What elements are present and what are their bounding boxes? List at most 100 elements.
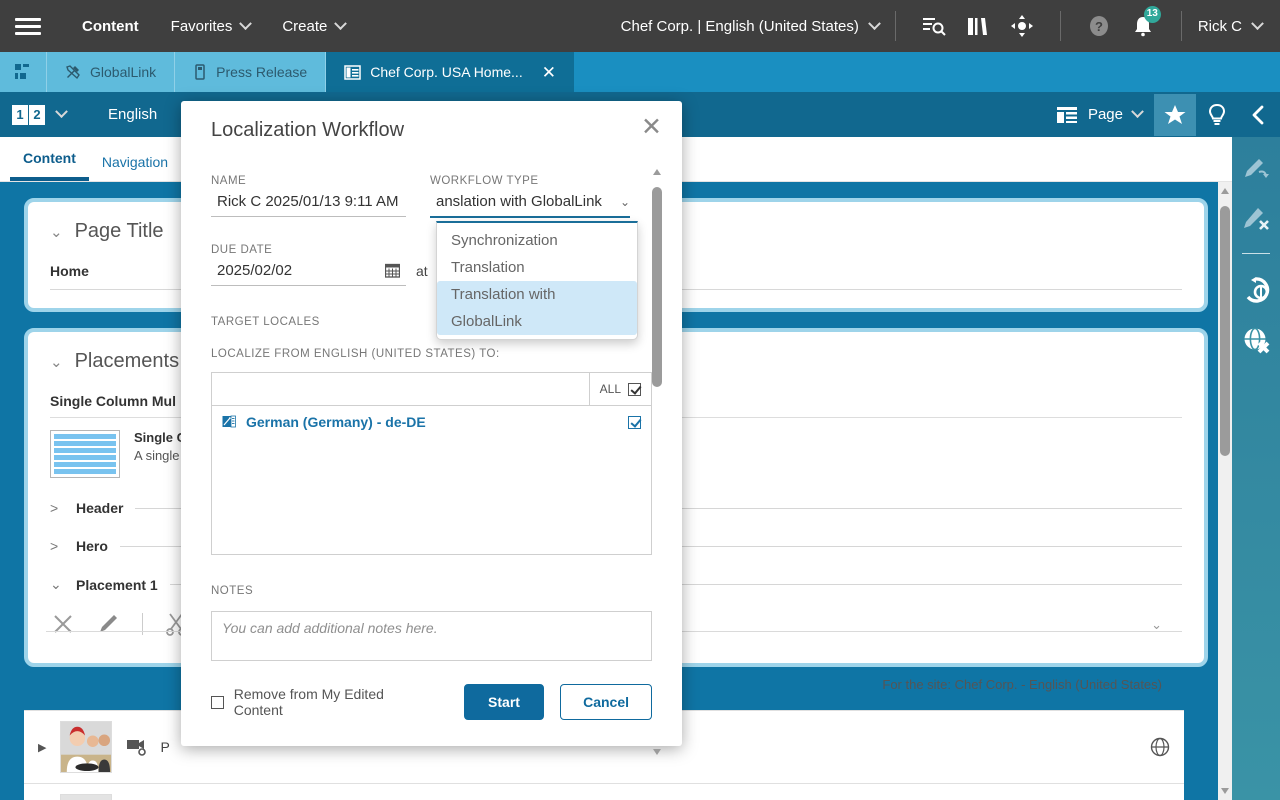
divider <box>1181 11 1182 41</box>
chevron-down-icon <box>55 105 68 118</box>
close-icon[interactable]: ✕ <box>542 64 556 81</box>
subtab-navigation[interactable]: Navigation <box>89 154 181 181</box>
version-right: 2 <box>29 105 45 125</box>
page-scrollbar[interactable] <box>1218 182 1232 800</box>
workflow-type-value[interactable] <box>430 187 630 218</box>
nav-item-label: Create <box>282 18 327 35</box>
chevron-down-icon <box>868 17 881 30</box>
chevron-down-icon <box>239 17 252 30</box>
lightbulb-icon[interactable] <box>1196 94 1238 136</box>
dialog-title: Localization Workflow <box>211 119 404 142</box>
due-date-label: DUE DATE <box>211 244 406 256</box>
all-checkbox[interactable] <box>628 383 641 396</box>
table-row[interactable]: ▶ Consumers Page Skiplink <box>24 783 1184 800</box>
notes-placeholder: You can add additional notes here. <box>222 620 438 636</box>
scroll-down-icon[interactable] <box>653 749 661 755</box>
localize-from-label: LOCALIZE FROM ENGLISH (UNITED STATES) TO… <box>211 348 652 360</box>
delete-icon[interactable] <box>50 611 76 637</box>
workflow-type-select[interactable]: ⌄ <box>430 187 630 218</box>
globe-icon[interactable] <box>1150 737 1170 757</box>
scroll-down-icon[interactable] <box>1221 788 1229 794</box>
dropdown-option-translation-with-globallink-line2[interactable]: GlobalLink <box>437 308 637 335</box>
chevron-down-icon: ⌄ <box>50 353 63 371</box>
document-icon <box>193 64 207 80</box>
due-date-group: DUE DATE <box>211 244 406 286</box>
chevron-right-icon[interactable]: ▶ <box>38 741 46 754</box>
bell-icon[interactable]: 13 <box>1121 0 1165 52</box>
name-input[interactable] <box>211 187 406 217</box>
tab-press-release[interactable]: Press Release <box>174 52 325 92</box>
at-label: at <box>416 263 428 286</box>
dropdown-option-translation[interactable]: Translation <box>437 254 637 281</box>
scroll-up-icon[interactable] <box>1221 188 1229 194</box>
version-compare-icon: 12 <box>12 105 45 125</box>
locale-checkbox[interactable] <box>628 416 641 429</box>
user-name-label: Rick C <box>1198 18 1242 35</box>
checkbox-box[interactable] <box>211 696 224 709</box>
dropdown-option-translation-with-globallink-line1[interactable]: Translation with <box>437 281 637 308</box>
page-title-section-label: Page Title <box>75 220 164 243</box>
page-layout-icon <box>344 65 361 80</box>
version-compare-selector[interactable]: 12 <box>12 105 66 125</box>
subtab-content[interactable]: Content <box>10 150 89 181</box>
notes-group: NOTES You can add additional notes here. <box>211 585 652 661</box>
search-list-icon[interactable] <box>912 0 956 52</box>
tab-label: Press Release <box>216 64 307 80</box>
divider <box>1242 253 1270 254</box>
edit-undo-icon[interactable] <box>1240 151 1272 183</box>
start-button[interactable]: Start <box>464 684 544 720</box>
globe-refresh-icon[interactable] <box>1240 274 1272 306</box>
nav-item-label: Favorites <box>171 18 233 35</box>
library-icon[interactable] <box>956 0 1000 52</box>
due-date-input[interactable] <box>211 256 406 286</box>
site-selector[interactable]: Chef Corp. | English (United States) <box>621 18 879 35</box>
tab-label: GlobalLink <box>90 64 156 80</box>
site-note: For the site: Chef Corp. - English (Unit… <box>882 677 1162 692</box>
scroll-up-icon[interactable] <box>653 169 661 175</box>
svg-text:?: ? <box>1095 19 1103 34</box>
scrollbar-thumb[interactable] <box>1220 206 1230 456</box>
help-icon[interactable]: ? <box>1077 0 1121 52</box>
chevron-right-icon: > <box>50 538 64 554</box>
notes-label: NOTES <box>211 585 652 597</box>
globe-cancel-icon[interactable] <box>1240 324 1272 356</box>
workflow-type-dropdown: Synchronization Translation Translation … <box>436 221 638 340</box>
tab-chef-corp-usa-home[interactable]: Chef Corp. USA Home... ✕ <box>325 52 574 92</box>
target-locales-group: TARGET LOCALES LOCALIZE FROM ENGLISH (UN… <box>211 316 652 555</box>
close-icon[interactable]: ✕ <box>641 115 662 140</box>
edit-icon[interactable] <box>96 611 122 637</box>
nav-item-create[interactable]: Create <box>266 0 361 52</box>
nav-item-content[interactable]: Content <box>66 0 155 52</box>
placements-section-label: Placements <box>75 350 180 373</box>
dialog-footer: Remove from My Edited Content Start Canc… <box>181 684 682 720</box>
select-all-locales[interactable]: ALL <box>589 373 651 406</box>
nav-item-favorites[interactable]: Favorites <box>155 0 267 52</box>
tab-grip-icon[interactable] <box>0 52 46 92</box>
divider <box>1060 11 1061 41</box>
dialog-scrollbar[interactable] <box>650 161 664 761</box>
tab-globallink[interactable]: GlobalLink <box>46 52 174 92</box>
tab-label: Chef Corp. USA Home... <box>370 64 523 80</box>
star-icon[interactable] <box>1154 94 1196 136</box>
remove-from-edited-content-checkbox[interactable]: Remove from My Edited Content <box>211 686 432 718</box>
locale-items: German (Germany) - de-DE <box>212 406 651 554</box>
locale-item-de-DE[interactable]: German (Germany) - de-DE <box>212 406 651 438</box>
dropdown-option-synchronization[interactable]: Synchronization <box>437 227 637 254</box>
cancel-button[interactable]: Cancel <box>560 684 652 720</box>
video-content-icon <box>126 738 146 756</box>
hamburger-icon[interactable] <box>0 18 56 35</box>
collapse-left-icon[interactable] <box>1238 94 1280 136</box>
page-view-selector[interactable]: Page <box>1044 92 1154 137</box>
user-menu[interactable]: Rick C <box>1198 18 1280 35</box>
localization-workflow-dialog: Localization Workflow ✕ NAME WORKFLOW TY… <box>181 101 682 746</box>
version-left: 1 <box>12 105 28 125</box>
notes-input[interactable]: You can add additional notes here. <box>211 611 652 661</box>
edit-cancel-icon[interactable] <box>1240 201 1272 233</box>
target-icon[interactable] <box>1000 0 1044 52</box>
chevron-down-icon <box>1131 105 1144 118</box>
calendar-icon[interactable] <box>385 263 400 278</box>
scrollbar-thumb[interactable] <box>652 187 662 387</box>
chevron-down-icon: ⌄ <box>50 223 63 241</box>
accordion-label: Hero <box>76 538 108 554</box>
tools-icon <box>65 64 81 80</box>
